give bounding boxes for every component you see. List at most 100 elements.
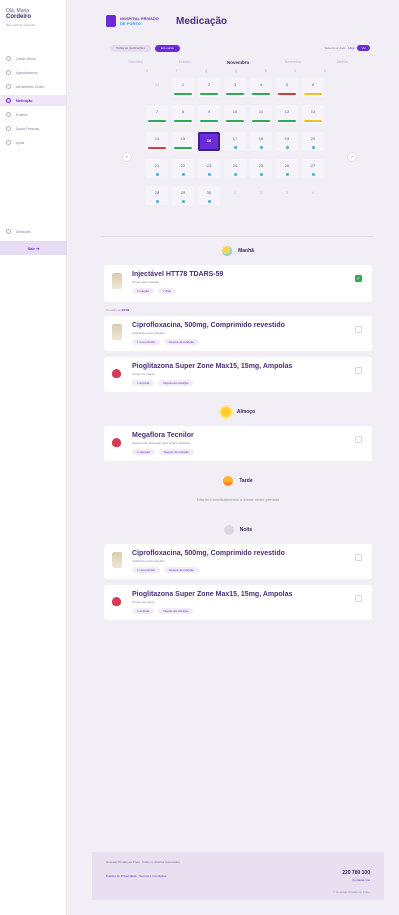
scheduled-dot — [155, 200, 159, 203]
med-card[interactable]: Ciprofloxacina, 500mg, Comprimido revest… — [104, 316, 372, 351]
status-bar — [226, 120, 244, 122]
month-tab[interactable]: Setembro — [128, 60, 143, 65]
logout-icon: ➜ — [36, 245, 40, 251]
scheduled-dot — [311, 173, 315, 176]
status-bar — [148, 120, 166, 122]
calendar-day[interactable]: 22 — [172, 159, 194, 178]
taken-note: Tomado às 08:00 — [106, 308, 372, 312]
sidebar-item-agendamentos[interactable]: Agendamentos — [0, 67, 66, 78]
footer-phone[interactable]: 220 789 100 — [333, 870, 370, 876]
filter-all-button[interactable]: Todas as medicações — [110, 44, 151, 52]
month-tab[interactable]: Janeiro — [337, 60, 348, 65]
calendar-day[interactable]: 26 — [276, 159, 298, 178]
dose-tag: 1 comprimido — [132, 567, 161, 573]
calendar-day[interactable]: 20 — [302, 132, 324, 151]
next-week-button[interactable]: › — [347, 152, 357, 162]
month-tab[interactable]: Outubro — [179, 60, 192, 65]
prev-week-button[interactable]: ‹ — [122, 152, 132, 162]
heart-icon — [112, 369, 121, 378]
calendar-day[interactable]: 11 — [250, 105, 272, 124]
sidebar-item-cartao[interactable]: Cartão Virtual — [0, 53, 66, 64]
footer-copyright: © Hospital Privado de Porto — [332, 890, 370, 894]
calendar-day[interactable]: 19 — [276, 132, 298, 151]
med-card[interactable]: Ciprofloxacina, 500mg, Comprimido revest… — [104, 544, 372, 579]
gear-icon — [6, 229, 11, 234]
footer-call-link[interactable]: Contacte-nos — [333, 878, 370, 882]
calendar-day[interactable]: 12 — [276, 105, 298, 124]
calendar-day[interactable]: 15 — [172, 132, 194, 151]
scheduled-dot — [311, 146, 315, 149]
calendar-day[interactable]: 8 — [172, 105, 194, 124]
current-month[interactable]: Novembro — [227, 60, 249, 65]
calendar-day[interactable]: 21 — [146, 159, 168, 178]
filter-bar: Todas as medicações Em curso Selecionar … — [92, 42, 384, 54]
status-bar — [278, 93, 296, 95]
empty-message: Não tem medicamentos a tomar neste perío… — [196, 497, 280, 502]
taken-checkbox[interactable] — [355, 595, 362, 602]
calendar-day[interactable]: 29 — [172, 186, 194, 205]
sidebar-item-dados[interactable]: Dados Pessoais — [0, 123, 66, 134]
calendar-day[interactable]: 25 — [250, 159, 272, 178]
sidebar-item-ajuda[interactable]: Ajuda — [0, 137, 66, 148]
month-tab[interactable]: Dezembro — [285, 60, 301, 65]
settings-button[interactable]: Definições — [0, 226, 67, 237]
calendar-day[interactable]: 3 — [224, 78, 246, 97]
taken-checkbox[interactable] — [355, 326, 362, 333]
calendar-day[interactable]: 1 — [172, 78, 194, 97]
dose-tag: 1 injeção — [132, 288, 155, 294]
day-number: 4 — [311, 190, 315, 195]
calendar-day[interactable]: 5 — [276, 78, 298, 97]
date-select-label: Selecionar data — [324, 46, 346, 50]
weekday-label: Q — [234, 69, 238, 73]
calendar-day[interactable]: 17 — [224, 132, 246, 151]
footer-text: Hospital Privado de Porto. Todos os dire… — [106, 860, 181, 864]
calendar-day[interactable]: 13 — [302, 105, 324, 124]
calendar-day[interactable]: 28 — [146, 186, 168, 205]
sidebar-item-medicacao[interactable]: Medicação — [0, 95, 66, 106]
status-bar — [252, 93, 270, 95]
chevron-right-icon: › — [351, 154, 353, 160]
day-number: 3 — [285, 190, 289, 195]
footer-contact: 220 789 100 Contacte-nos © Hospital Priv… — [333, 870, 370, 894]
today-link[interactable]: Hoje — [348, 46, 354, 50]
calendar-day[interactable]: 18 — [250, 132, 272, 151]
filter-selected-button[interactable]: Em curso — [154, 44, 180, 52]
timing-tag: Depois da refeição — [164, 567, 200, 573]
calendar-day[interactable]: 4 — [250, 78, 272, 97]
status-bar — [200, 120, 218, 122]
calendar-day[interactable]: 6 — [302, 78, 324, 97]
calendar-day[interactable]: 30 — [198, 186, 220, 205]
footer-links[interactable]: Política de Privacidade · Termos e Condi… — [106, 874, 370, 878]
moon-icon — [223, 525, 234, 535]
calendar-day[interactable]: 23 — [198, 159, 220, 178]
med-card[interactable]: Injectável HTT78 TDARS-59 Tomar após ref… — [104, 265, 372, 302]
sidebar-item-exames[interactable]: Exames — [0, 109, 66, 120]
calendar-day-today[interactable]: 16 — [198, 132, 220, 151]
dose-tag: 1 cápsula — [132, 449, 155, 455]
taken-checkbox[interactable] — [355, 436, 362, 443]
calendar-day[interactable]: 27 — [302, 159, 324, 178]
med-card[interactable]: Pioglitazona Super Zone Max15, 15mg, Amp… — [104, 357, 372, 392]
calendar-day[interactable]: 7 — [146, 105, 168, 124]
taken-checkbox[interactable]: ✓ — [355, 275, 362, 282]
med-desc: Tomar após refeição — [132, 280, 160, 284]
section-title: Noite — [239, 527, 253, 533]
taken-checkbox[interactable] — [355, 367, 362, 374]
calendar-day[interactable]: 10 — [224, 105, 246, 124]
sidebar-item-atendimento[interactable]: Atendimento Online — [0, 81, 66, 92]
calendar-day[interactable]: 9 — [198, 105, 220, 124]
view-button[interactable]: Ver — [357, 45, 370, 51]
calendar-day[interactable]: 14 — [146, 132, 168, 151]
med-card[interactable]: Megaflora Tecnilor Suplemento alimentar … — [104, 426, 372, 461]
calendar-day[interactable]: 2 — [198, 78, 220, 97]
med-card[interactable]: Pioglitazona Super Zone Max15, 15mg, Amp… — [104, 585, 372, 620]
med-name: Ciprofloxacina, 500mg, Comprimido revest… — [132, 550, 285, 557]
day-number: 31 — [154, 82, 160, 87]
taken-checkbox[interactable] — [355, 554, 362, 561]
calendar-day[interactable]: 24 — [224, 159, 246, 178]
scheduled-dot — [155, 173, 159, 176]
sidebar-item-label: Exames — [16, 112, 28, 117]
logout-button[interactable]: Sair ➜ — [0, 241, 67, 255]
calendar-grid: 31 1 2 3 4 5 6 7 8 9 10 11 12 13 14 15 16 17 18 19 20 21 22 23 2… — [146, 78, 326, 205]
scheduled-dot — [259, 173, 263, 176]
